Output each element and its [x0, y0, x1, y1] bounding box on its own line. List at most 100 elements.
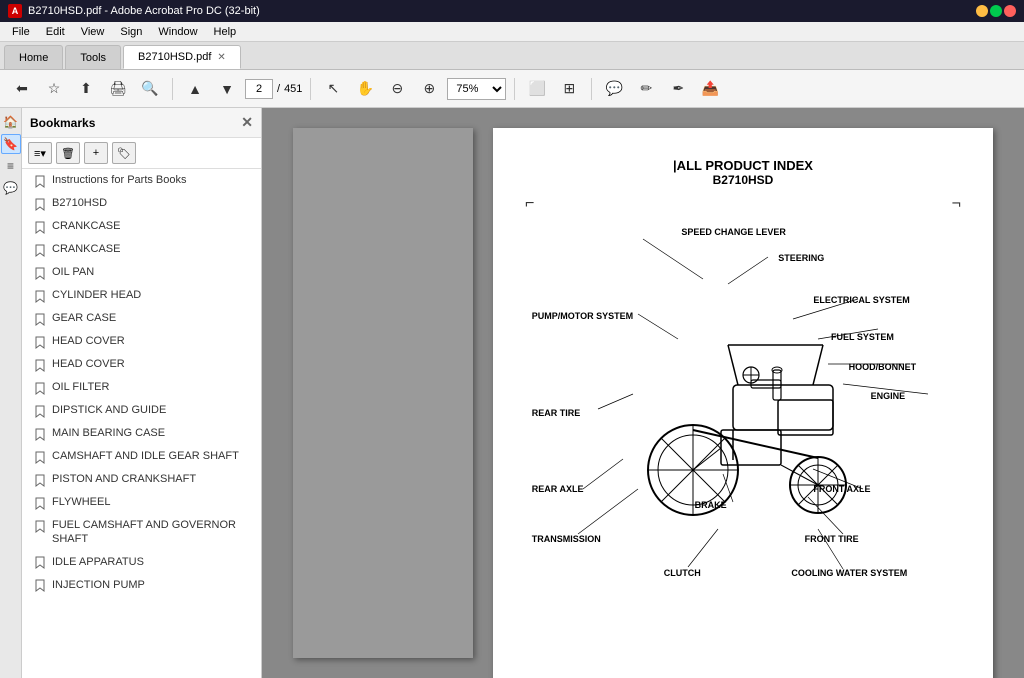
bookmark-item-gear_case[interactable]: GEAR CASE: [22, 307, 261, 330]
bookmark-item-flywheel[interactable]: FLYWHEEL: [22, 491, 261, 514]
bookmark-icon-gear_case: [34, 312, 46, 326]
left-icon-bookmark[interactable]: 🔖: [1, 134, 21, 154]
content-area[interactable]: |ALL PRODUCT INDEX B2710HSD ⌐ ¬: [262, 108, 1024, 678]
comment-button[interactable]: 💬: [600, 75, 628, 103]
pointer-tool[interactable]: ↖: [319, 75, 347, 103]
bookmark-icon-dipstick: [34, 404, 46, 418]
menu-file[interactable]: File: [4, 24, 38, 40]
left-icon-layers[interactable]: ≡: [1, 156, 21, 176]
left-icon-home[interactable]: 🏠: [1, 112, 21, 132]
bookmark-item-cylinder_head[interactable]: CYLINDER HEAD: [22, 284, 261, 307]
bookmark-label-camshaft: CAMSHAFT AND IDLE GEAR SHAFT: [52, 449, 253, 463]
page-border-top: ⌐ ¬: [523, 195, 963, 213]
columns-button[interactable]: ⊞: [555, 75, 583, 103]
label-clutch: CLUTCH: [664, 568, 701, 578]
tab-home[interactable]: Home: [4, 45, 63, 69]
page-title-area: |ALL PRODUCT INDEX B2710HSD: [523, 158, 963, 187]
pdf-page-blank: [293, 128, 473, 658]
bookmark-icon-b2710hsd: [34, 197, 46, 211]
bookmark-icon-head_cover1: [34, 335, 46, 349]
bookmark-item-crankcase1[interactable]: CRANKCASE: [22, 215, 261, 238]
label-front-tire: FRONT TIRE: [805, 534, 859, 544]
page-separator: /: [277, 83, 280, 95]
pen-button[interactable]: ✏: [632, 75, 660, 103]
label-front-axle: FRONT AXLE: [813, 484, 870, 494]
bookmark-label-b2710hsd: B2710HSD: [52, 196, 253, 210]
bookmark-icon-head_cover2: [34, 358, 46, 372]
page-total: 451: [284, 83, 302, 95]
upload-button[interactable]: ⬆: [72, 75, 100, 103]
bookmark-label-head_cover2: HEAD COVER: [52, 357, 253, 371]
bookmark-item-dipstick[interactable]: DIPSTICK AND GUIDE: [22, 399, 261, 422]
label-engine: ENGINE: [871, 391, 906, 401]
menu-bar: File Edit View Sign Window Help: [0, 22, 1024, 42]
menu-sign[interactable]: Sign: [112, 24, 150, 40]
zoom-in-button[interactable]: ⊕: [415, 75, 443, 103]
search-button[interactable]: 🔍: [136, 75, 164, 103]
bookmark-item-head_cover1[interactable]: HEAD COVER: [22, 330, 261, 353]
bookmark-item-camshaft[interactable]: CAMSHAFT AND IDLE GEAR SHAFT: [22, 445, 261, 468]
close-button[interactable]: [1004, 5, 1016, 17]
left-icon-comment[interactable]: 💬: [1, 178, 21, 198]
menu-edit[interactable]: Edit: [38, 24, 73, 40]
page-down-button[interactable]: ▼: [213, 75, 241, 103]
bookmark-icon-idle_apparatus: [34, 556, 46, 570]
bookmark-item-oil_filter[interactable]: OIL FILTER: [22, 376, 261, 399]
page-up-button[interactable]: ▲: [181, 75, 209, 103]
sidebar-close-icon[interactable]: ✕: [241, 114, 253, 131]
sidebar-tag-btn[interactable]: 🏷: [112, 142, 136, 164]
minimize-button[interactable]: [976, 5, 988, 17]
tab-file[interactable]: B2710HSD.pdf ✕: [123, 45, 241, 69]
bookmark-label-main_bearing: MAIN BEARING CASE: [52, 426, 253, 440]
bookmark-star-button[interactable]: ☆: [40, 75, 68, 103]
bookmark-icon-piston: [34, 473, 46, 487]
bookmark-item-crankcase2[interactable]: CRANKCASE: [22, 238, 261, 261]
bookmark-item-idle_apparatus[interactable]: IDLE APPARATUS: [22, 551, 261, 574]
bookmark-item-b2710hsd[interactable]: B2710HSD: [22, 192, 261, 215]
maximize-button[interactable]: [990, 5, 1002, 17]
sidebar-delete-btn[interactable]: 🗑: [56, 142, 80, 164]
hand-tool[interactable]: ✋: [351, 75, 379, 103]
page-title-main: |ALL PRODUCT INDEX: [523, 158, 963, 173]
bookmark-label-piston: PISTON AND CRANKSHAFT: [52, 472, 253, 486]
bookmark-item-piston[interactable]: PISTON AND CRANKSHAFT: [22, 468, 261, 491]
bookmark-item-fuel_camshaft[interactable]: FUEL CAMSHAFT AND GOVERNOR SHAFT: [22, 514, 261, 551]
bookmark-label-crankcase1: CRANKCASE: [52, 219, 253, 233]
sidebar-expand-btn[interactable]: ≡▾: [28, 142, 52, 164]
signature-button[interactable]: ✒: [664, 75, 692, 103]
sidebar-add-btn[interactable]: +: [84, 142, 108, 164]
share-button[interactable]: 📤: [696, 75, 724, 103]
bookmark-label-gear_case: GEAR CASE: [52, 311, 253, 325]
separator-2: [310, 78, 311, 100]
menu-view[interactable]: View: [73, 24, 113, 40]
sidebar-toolbar: ≡▾ 🗑 + 🏷: [22, 138, 261, 169]
bookmark-item-head_cover2[interactable]: HEAD COVER: [22, 353, 261, 376]
zoom-select[interactable]: 75% 50% 100% 125% 150%: [447, 78, 506, 100]
bookmark-item-oil_pan[interactable]: OIL PAN: [22, 261, 261, 284]
bookmark-label-flywheel: FLYWHEEL: [52, 495, 253, 509]
bookmark-list: Instructions for Parts Books B2710HSD CRAN…: [22, 169, 261, 678]
bookmark-icon-fuel_camshaft: [34, 519, 46, 533]
window-title: B2710HSD.pdf - Adobe Acrobat Pro DC (32-…: [28, 5, 260, 17]
bookmark-item-main_bearing[interactable]: MAIN BEARING CASE: [22, 422, 261, 445]
bookmark-item-instructions[interactable]: Instructions for Parts Books: [22, 169, 261, 192]
zoom-out-button[interactable]: ⊖: [383, 75, 411, 103]
app-icon: A: [8, 4, 22, 18]
label-rear-tire: REAR TIRE: [532, 408, 581, 418]
bookmark-label-idle_apparatus: IDLE APPARATUS: [52, 555, 253, 569]
diagram-area: SPEED CHANGE LEVER STEERING PUMP/MOTOR S…: [523, 219, 963, 639]
tab-close-icon[interactable]: ✕: [217, 52, 225, 63]
page-input[interactable]: [245, 79, 273, 99]
bookmark-item-injection_pump[interactable]: INJECTION PUMP: [22, 574, 261, 597]
back-button[interactable]: ⬅: [8, 75, 36, 103]
menu-help[interactable]: Help: [206, 24, 245, 40]
sidebar-title: Bookmarks: [30, 116, 241, 130]
page-navigation: / 451: [245, 79, 302, 99]
label-transmission: TRANSMISSION: [532, 534, 601, 544]
tab-tools[interactable]: Tools: [65, 45, 121, 69]
fit-page-button[interactable]: ⬜: [523, 75, 551, 103]
page-title-sub: B2710HSD: [523, 173, 963, 187]
bookmark-label-head_cover1: HEAD COVER: [52, 334, 253, 348]
print-button[interactable]: 🖨: [104, 75, 132, 103]
menu-window[interactable]: Window: [150, 24, 205, 40]
